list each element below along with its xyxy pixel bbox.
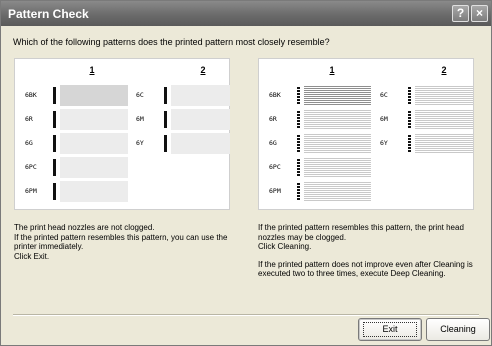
row-label: 6BK [269,91,281,99]
nozzle-marker [53,159,56,176]
nozzle-marker [408,87,411,104]
help-button[interactable]: ? [452,5,469,22]
row-label: 6M [136,115,144,123]
focus-rect [363,322,417,337]
desc-line: Click Cleaning. [258,242,312,251]
nozzle-marker [297,159,300,176]
desc-line: executed two to three times, execute Dee… [258,269,446,278]
nozzle-patch [415,109,473,130]
nozzle-patch [60,85,128,106]
column-1-header: 1 [89,65,95,75]
pattern-option-clean[interactable]: 1 2 6BK 6R 6G 6PC 6PM 6C 6M 6Y [14,58,230,210]
column-2-header: 2 [441,65,447,75]
desc-line: The print head nozzles are not clogged. [14,223,155,232]
nozzle-marker [164,135,167,152]
nozzle-patch [171,85,230,106]
row-label: 6PM [25,187,37,195]
title-bar[interactable]: Pattern Check ? × [1,1,491,26]
cleaning-button-label: Cleaning [440,324,476,334]
nozzle-marker [53,87,56,104]
nozzle-patch [304,181,371,202]
nozzle-patch [304,109,371,130]
nozzle-row-6r: 6R [263,109,373,130]
nozzle-marker [53,135,56,152]
row-label: 6Y [380,139,388,147]
nozzle-row-6g: 6G [263,133,373,154]
nozzle-row-6c: 6C [374,85,474,106]
nozzle-patch [304,157,371,178]
nozzle-row-6y: 6Y [374,133,474,154]
row-label: 6BK [25,91,37,99]
desc-line: If the printed pattern resembles this pa… [258,223,464,232]
row-label: 6PC [25,163,37,171]
nozzle-marker [408,111,411,128]
nozzle-row-6m: 6M [130,109,230,130]
nozzle-marker [297,111,300,128]
nozzle-row-6y: 6Y [130,133,230,154]
nozzle-row-6m: 6M [374,109,474,130]
nozzle-row-6bk: 6BK [263,85,373,106]
row-label: 6M [380,115,388,123]
column-1-header: 1 [329,65,335,75]
cleaning-button[interactable]: Cleaning [426,318,490,341]
nozzle-patch [415,133,473,154]
nozzle-patch [304,133,371,154]
clean-pattern-description: The print head nozzles are not clogged. … [14,223,250,261]
nozzle-row-6pm: 6PM [19,181,129,202]
nozzle-patch [304,85,371,106]
row-label: 6R [269,115,277,123]
desc-line: nozzles may be clogged. [258,232,347,242]
nozzle-marker [164,87,167,104]
nozzle-patch [171,133,230,154]
desc-line: Click Exit. [14,251,50,261]
nozzle-patch [171,109,230,130]
pattern-option-clogged[interactable]: 1 2 6BK 6R 6G 6PC 6PM 6C 6M 6Y [258,58,474,210]
row-label: 6C [380,91,388,99]
nozzle-marker [53,111,56,128]
row-label: 6C [136,91,144,99]
nozzle-row-6pc: 6PC [263,157,373,178]
nozzle-patch [60,133,128,154]
close-button[interactable]: × [471,5,488,22]
nozzle-row-6g: 6G [19,133,129,154]
nozzle-marker [297,135,300,152]
window-title: Pattern Check [8,7,89,21]
nozzle-marker [164,111,167,128]
question-text: Which of the following patterns does the… [13,37,330,47]
nozzle-marker [408,135,411,152]
nozzle-row-6c: 6C [130,85,230,106]
nozzle-row-6r: 6R [19,109,129,130]
nozzle-patch [60,109,128,130]
exit-button[interactable]: Exit [358,318,422,341]
column-2-header: 2 [200,65,206,75]
nozzle-marker [53,183,56,200]
pattern-check-dialog: Pattern Check ? × Which of the following… [0,0,492,346]
nozzle-row-6pm: 6PM [263,181,373,202]
row-label: 6PM [269,187,281,195]
row-label: 6G [25,139,33,147]
clogged-pattern-description: If the printed pattern resembles this pa… [258,223,490,279]
desc-line: printer immediately. [14,242,84,251]
nozzle-patch [60,157,128,178]
desc-line: If the printed pattern resembles this pa… [14,232,228,242]
row-label: 6G [269,139,277,147]
nozzle-patch [60,181,128,202]
nozzle-row-6bk: 6BK [19,85,129,106]
nozzle-marker [297,87,300,104]
divider [13,314,479,316]
nozzle-patch [415,85,473,106]
nozzle-row-6pc: 6PC [19,157,129,178]
row-label: 6PC [269,163,281,171]
desc-line: If the printed pattern does not improve … [258,259,473,269]
row-label: 6Y [136,139,144,147]
nozzle-marker [297,183,300,200]
row-label: 6R [25,115,33,123]
